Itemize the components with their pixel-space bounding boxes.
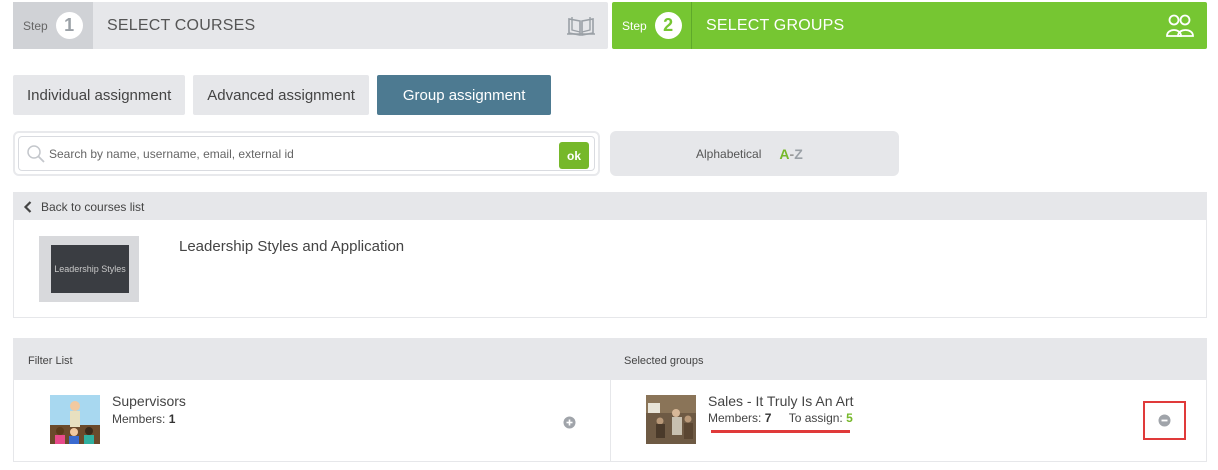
available-members-label: Members:	[112, 412, 166, 426]
tab-advanced-assignment[interactable]: Advanced assignment	[193, 75, 369, 115]
sort-label: Alphabetical	[696, 146, 762, 161]
chevron-left-icon	[23, 200, 32, 213]
to-assign-label: To assign:	[788, 411, 843, 425]
step-1-title: SELECT COURSES	[107, 16, 256, 34]
course-panel: Back to courses list Leadership Styles L…	[13, 192, 1207, 318]
search-ok-button[interactable]: ok	[559, 142, 589, 169]
step-2-tag: Step 2	[612, 2, 692, 49]
tab-individual-assignment[interactable]: Individual assignment	[13, 75, 186, 115]
selected-group-name[interactable]: Sales - It Truly Is An Art	[708, 393, 854, 409]
course-thumbnail-image: Leadership Styles	[51, 245, 129, 293]
back-to-courses-label: Back to courses list	[41, 199, 145, 214]
sort-az-z: Z	[794, 145, 803, 162]
users-group-icon	[1166, 14, 1194, 37]
remove-group-icon	[1158, 414, 1171, 427]
tab-group-assignment[interactable]: Group assignment	[376, 75, 552, 115]
step-1-tag: Step 1	[13, 2, 93, 49]
highlight-underline	[711, 430, 850, 433]
sort-az-a: A	[779, 145, 790, 162]
selected-groups-header: Selected groups	[624, 355, 704, 367]
selected-members-label: Members:	[708, 411, 762, 425]
available-group-meta: Members: 1	[112, 412, 175, 426]
available-members-count: 1	[168, 412, 176, 426]
step-2-select-groups[interactable]: Step 2 SELECT GROUPS	[612, 2, 1207, 49]
step-1-select-courses[interactable]: Step 1 SELECT COURSES	[13, 2, 608, 49]
steps-bar: Step 1 SELECT COURSES Step 2 SELECT GROU…	[13, 2, 1207, 49]
course-title: Leadership Styles and Application	[179, 238, 405, 255]
filter-list-header: Filter List	[28, 355, 73, 367]
column-divider	[610, 380, 611, 462]
available-group-name[interactable]: Supervisors	[112, 393, 186, 409]
search-input[interactable]	[49, 141, 559, 167]
search-icon	[27, 145, 45, 163]
step-2-label: Step	[622, 18, 647, 33]
back-to-courses-link[interactable]: Back to courses list	[14, 193, 1206, 220]
selected-group-meta: Members: 7 To assign: 5	[708, 411, 853, 425]
search-box: ok	[13, 131, 600, 176]
assignment-tabs: Individual assignment Advanced assignmen…	[13, 75, 552, 115]
selected-members-count: 7	[764, 411, 772, 425]
step-1-label: Step	[23, 18, 48, 33]
search-inner: ok	[18, 136, 595, 171]
step-1-number: 1	[55, 12, 83, 39]
sort-alphabetical[interactable]: Alphabetical A-Z	[610, 131, 899, 176]
groups-header: Filter List Selected groups	[14, 339, 1206, 380]
to-assign-count: 5	[846, 411, 853, 425]
add-group-icon[interactable]	[563, 416, 576, 429]
remove-group-button[interactable]	[1143, 401, 1186, 440]
step-2-number: 2	[654, 12, 682, 39]
course-thumbnail-text: Leadership Styles	[54, 264, 126, 274]
course-thumbnail: Leadership Styles	[39, 236, 139, 302]
groups-panel: Filter List Selected groups Supervisors …	[13, 338, 1207, 462]
group-avatar-supervisors	[50, 395, 100, 444]
sort-az-icon: A-Z	[779, 146, 802, 162]
group-avatar-sales	[646, 395, 696, 444]
open-book-icon	[567, 17, 595, 36]
step-2-title: SELECT GROUPS	[706, 16, 845, 34]
